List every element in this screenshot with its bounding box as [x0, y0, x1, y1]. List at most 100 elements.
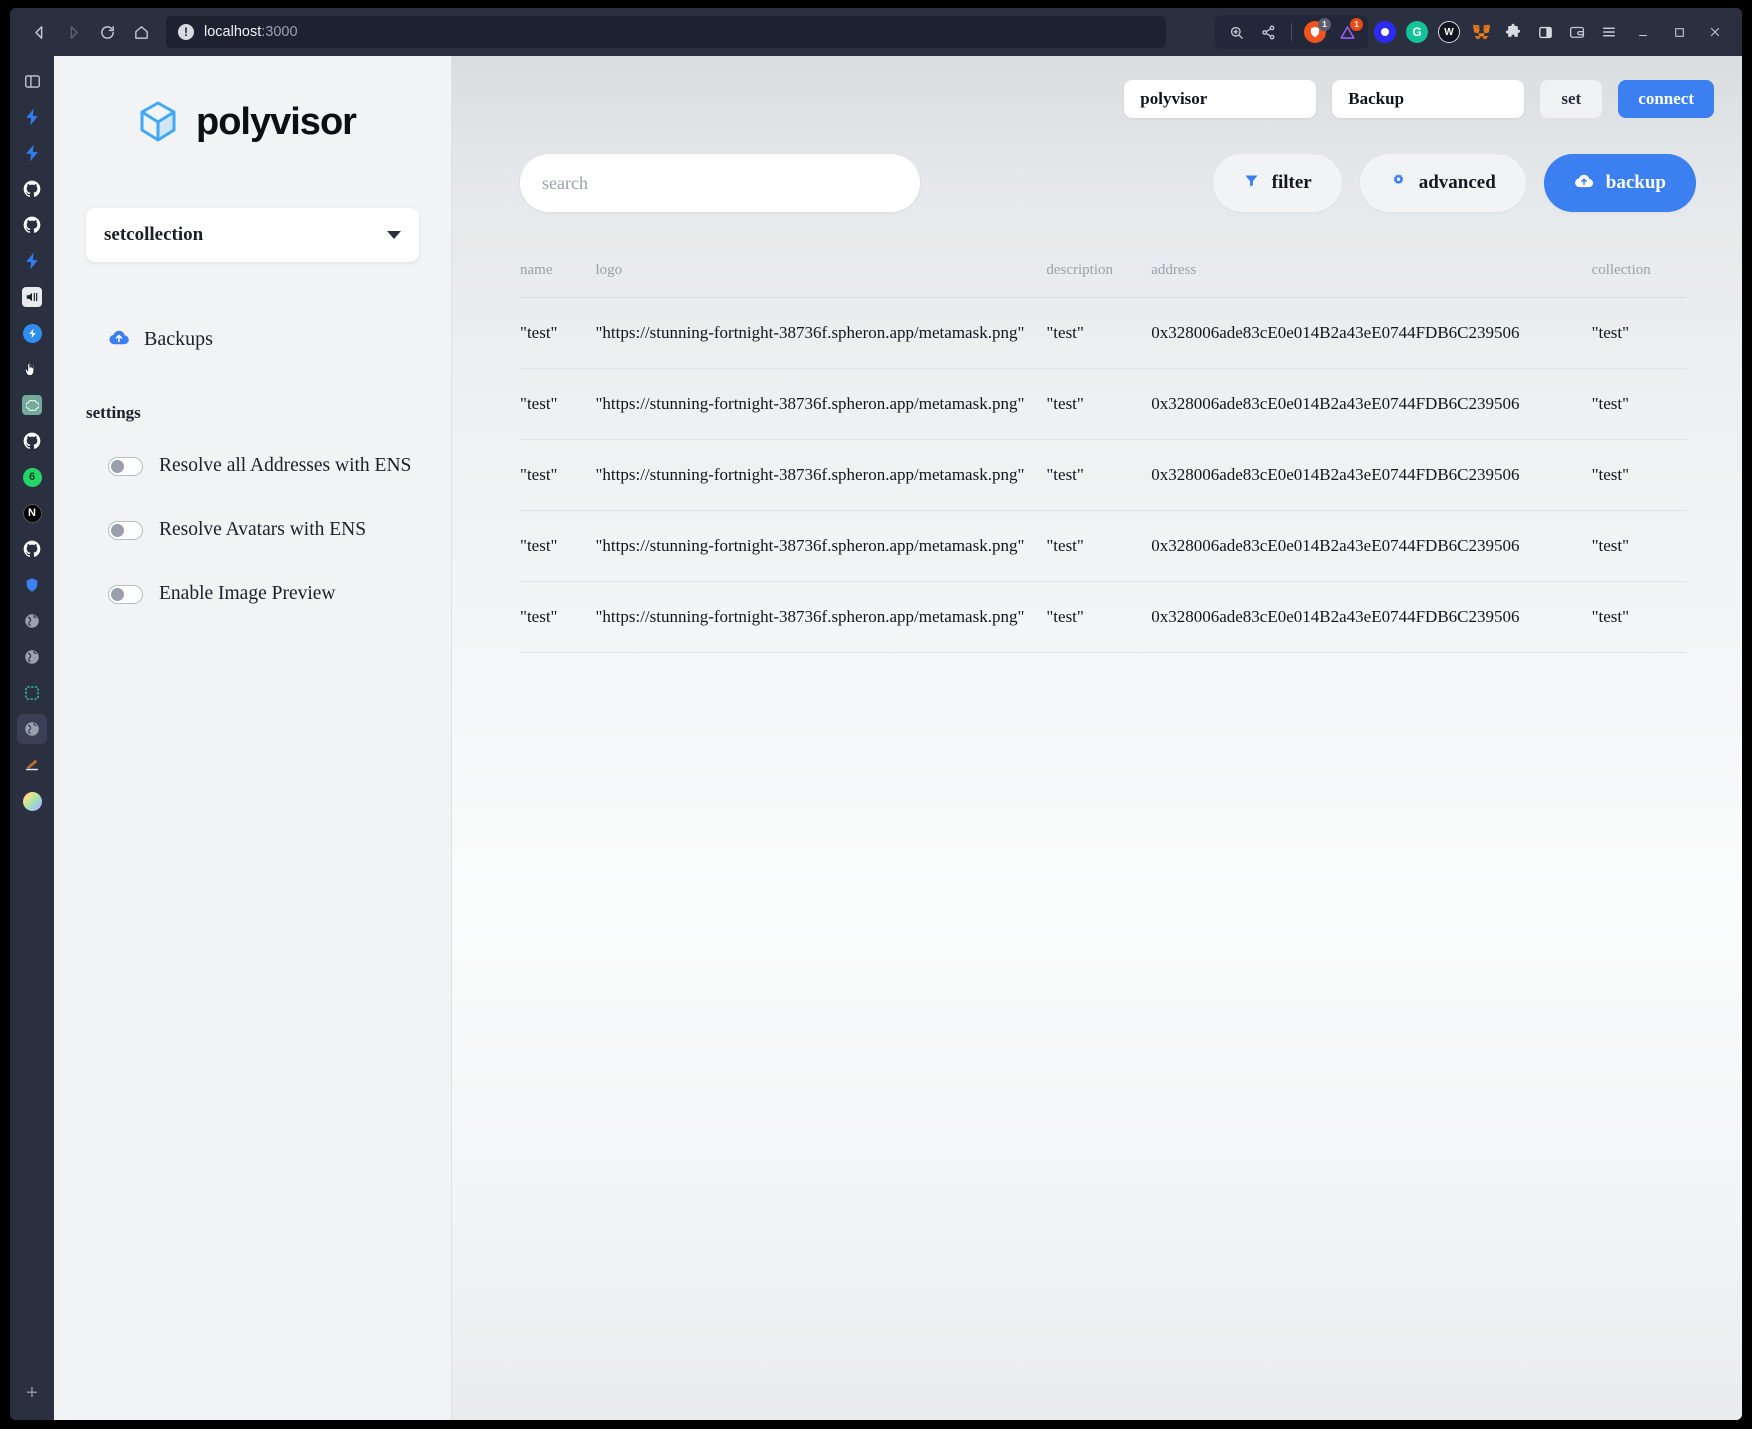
cell-collection: "test" [1591, 394, 1630, 413]
gear-icon [1390, 172, 1407, 195]
app-page: polyvisor setcollection Backups settings [54, 56, 1742, 1420]
tab-supabase-1[interactable] [17, 102, 47, 132]
zoom-in-icon[interactable] [1221, 18, 1251, 46]
cell-logo: "https://stunning-fortnight-38736f.spher… [595, 536, 1025, 555]
column-header-logo[interactable]: logo [595, 262, 1046, 298]
grammarly-icon[interactable]: G [1402, 18, 1432, 46]
toggle-switch[interactable] [108, 456, 143, 476]
tab-github-3[interactable] [17, 426, 47, 456]
walletconnect-icon[interactable]: W [1434, 18, 1464, 46]
cell-description: "test" [1046, 465, 1084, 484]
back-arrow-icon[interactable] [24, 17, 54, 47]
home-icon[interactable] [126, 17, 156, 47]
cell-collection: "test" [1591, 465, 1630, 484]
table-row[interactable]: "test" "https://stunning-fortnight-38736… [520, 440, 1686, 511]
forward-arrow-icon[interactable] [58, 17, 88, 47]
tab-colorwheel[interactable] [17, 786, 47, 816]
cell-address: 0x328006ade83cE0e014B2a43eE0744FDB6C2395… [1151, 394, 1520, 413]
set-button[interactable]: set [1540, 80, 1603, 118]
project-name-input[interactable]: polyvisor [1124, 80, 1317, 118]
share-icon[interactable] [1253, 18, 1283, 46]
browser-toolbar: ! localhost:3000 1 1 G W [10, 8, 1742, 56]
column-header-description[interactable]: description [1046, 262, 1151, 298]
table-row[interactable]: "test" "https://stunning-fortnight-38736… [520, 511, 1686, 582]
chevron-down-icon [387, 231, 401, 239]
brave-rewards-icon[interactable]: 1 [1332, 18, 1363, 46]
setting-enable-image-preview[interactable]: Enable Image Preview [86, 583, 419, 605]
tab-openai[interactable] [17, 390, 47, 420]
url-host: localhost [204, 24, 262, 40]
cell-logo: "https://stunning-fortnight-38736f.spher… [595, 607, 1025, 626]
column-header-collection[interactable]: collection [1592, 262, 1686, 298]
search-input[interactable]: search [520, 154, 920, 212]
puzzle-extensions-icon[interactable] [1498, 18, 1528, 46]
tab-media-player[interactable] [17, 282, 47, 312]
table-row[interactable]: "test" "https://stunning-fortnight-38736… [520, 582, 1686, 653]
settings-heading: settings [86, 403, 141, 422]
toggle-knob [111, 459, 124, 473]
collection-select[interactable]: setcollection [86, 208, 419, 262]
maximize-icon[interactable] [1662, 17, 1696, 47]
advanced-button[interactable]: advanced [1359, 154, 1526, 212]
brave-shields-icon[interactable]: 1 [1300, 18, 1331, 46]
cell-description: "test" [1046, 607, 1084, 626]
tab-nextjs[interactable]: N [17, 498, 47, 528]
tab-globe-active[interactable] [17, 714, 47, 744]
table-row[interactable]: "test" "https://stunning-fortnight-38736… [520, 298, 1686, 369]
url-port: :3000 [261, 24, 298, 40]
new-tab-button[interactable]: + [17, 1378, 47, 1408]
table-body: "test" "https://stunning-fortnight-38736… [520, 298, 1686, 653]
table-row[interactable]: "test" "https://stunning-fortnight-38736… [520, 369, 1686, 440]
reload-icon[interactable] [92, 17, 122, 47]
sidebar-nav: Backups [86, 322, 419, 357]
metamask-icon[interactable] [1466, 18, 1496, 46]
tab-globe-2[interactable] [17, 642, 47, 672]
records-table-wrapper: name logo description address collection… [480, 262, 1714, 653]
not-secure-icon: ! [178, 24, 194, 40]
backup-button[interactable]: backup [1543, 154, 1696, 212]
wallet-blue-icon[interactable] [1370, 18, 1400, 46]
sidebar-toggle-icon[interactable] [1530, 18, 1560, 46]
tab-globe-1[interactable] [17, 606, 47, 636]
tab-whatsapp[interactable]: 6 [17, 462, 47, 492]
backup-button-label: backup [1605, 172, 1666, 193]
cell-address: 0x328006ade83cE0e014B2a43eE0744FDB6C2395… [1151, 465, 1520, 484]
tab-shield-blue[interactable] [17, 570, 47, 600]
toggle-knob [111, 523, 124, 537]
polyvisor-cube-icon [134, 98, 182, 146]
tab-github-4[interactable] [17, 534, 47, 564]
tab-flash-blue[interactable] [17, 318, 47, 348]
connect-button[interactable]: connect [1618, 80, 1714, 118]
address-bar[interactable]: ! localhost:3000 [166, 16, 1166, 48]
filter-button[interactable]: filter [1212, 154, 1342, 212]
tab-github-1[interactable] [17, 174, 47, 204]
brave-wallet-icon[interactable] [1562, 18, 1592, 46]
filter-button-label: filter [1271, 172, 1312, 193]
tab-hand-cursor[interactable] [17, 354, 47, 384]
table-header-row: name logo description address collection [520, 262, 1686, 298]
toggle-switch[interactable] [108, 520, 143, 540]
tab-supabase-3[interactable] [17, 246, 47, 276]
toggle-switch[interactable] [108, 584, 143, 604]
minimize-icon[interactable] [1626, 17, 1660, 47]
hamburger-menu-icon[interactable] [1594, 18, 1624, 46]
setting-label: Enable Image Preview [159, 583, 336, 604]
sidebar-item-backups[interactable]: Backups [86, 322, 419, 357]
tab-github-2[interactable] [17, 210, 47, 240]
column-header-name[interactable]: name [520, 262, 595, 298]
tab-panel-toggle[interactable] [17, 66, 47, 96]
close-icon[interactable] [1698, 17, 1732, 47]
mode-input[interactable]: Backup [1332, 80, 1525, 118]
action-bar: search filter advanced backup [480, 154, 1714, 212]
tab-books[interactable] [17, 750, 47, 780]
rewards-badge: 1 [1350, 18, 1363, 31]
setting-resolve-addresses-ens[interactable]: Resolve all Addresses with ENS [86, 455, 419, 477]
cell-description: "test" [1046, 536, 1084, 555]
sidebar-item-label: Backups [144, 328, 213, 350]
settings-toggles: Resolve all Addresses with ENS Resolve A… [86, 455, 419, 647]
app-sidebar: polyvisor setcollection Backups settings [54, 56, 452, 1420]
setting-resolve-avatars-ens[interactable]: Resolve Avatars with ENS [86, 519, 419, 541]
tab-supabase-2[interactable] [17, 138, 47, 168]
column-header-address[interactable]: address [1151, 262, 1591, 298]
tab-selection[interactable] [17, 678, 47, 708]
